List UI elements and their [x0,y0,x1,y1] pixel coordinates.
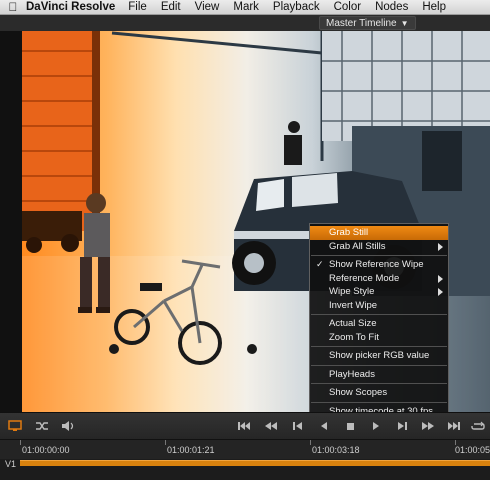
menu-color[interactable]: Color [334,1,361,13]
menu-item-show-reference-wipe[interactable]: ✓ Show Reference Wipe [310,258,448,272]
ruler-tick [20,440,21,445]
menu-separator [311,401,447,403]
menu-help[interactable]: Help [422,1,446,13]
menu-file[interactable]: File [128,1,147,13]
menu-separator [311,255,447,256]
stop-icon[interactable] [342,418,358,434]
menu-item-label: Invert Wipe [329,299,378,311]
menu-item-label: Zoom To Fit [329,331,379,343]
menu-item-label: Show Reference Wipe [329,259,424,270]
menu-item-actual-size[interactable]: Actual Size [310,317,448,331]
menu-item-reference-mode[interactable]: Reference Mode [310,272,448,286]
timecode-label: 01:00:01:21 [167,445,215,455]
viewer-context-menu: Grab Still Grab All Stills ✓ Show Refere… [309,223,449,417]
ruler-tick [310,440,311,445]
go-to-end-icon[interactable] [446,418,462,434]
shuffle-icon[interactable] [34,418,50,434]
speaker-icon[interactable] [60,418,76,434]
video-track-v1: V1 [0,459,490,480]
menu-separator [311,383,447,384]
next-edit-icon[interactable] [394,418,410,434]
previous-edit-icon[interactable] [290,418,306,434]
menu-item-label: Grab All Stills [329,240,386,252]
menu-item-wipe-style[interactable]: Wipe Style [310,285,448,299]
menu-item-invert-wipe[interactable]: Invert Wipe [310,299,448,313]
video-clip[interactable] [20,460,490,466]
transport-bar [0,412,490,439]
menu-playback[interactable]: Playback [273,1,320,13]
menu-item-label: Show Scopes [329,387,388,398]
fast-forward-icon[interactable] [420,418,436,434]
menu-edit[interactable]: Edit [161,1,181,13]
menu-bar:  DaVinci Resolve File Edit View Mark Pl… [0,0,490,15]
play-reverse-icon[interactable] [316,418,332,434]
timecode-label: 01:00:03:18 [312,445,360,455]
rewind-icon[interactable] [263,418,279,434]
submenu-arrow-icon [438,274,443,283]
submenu-arrow-icon [438,288,443,296]
timeline-selector-label: Master Timeline [326,17,397,29]
ruler-tick [165,440,166,445]
viewer[interactable]: Grab Still Grab All Stills ✓ Show Refere… [0,31,490,417]
menu-item-playheads[interactable]: PlayHeads [310,368,448,382]
caret-down-icon: ▼ [400,18,409,28]
menu-item-label: Actual Size [329,318,377,329]
menu-item-label: Wipe Style [329,286,375,297]
app-menu[interactable]: DaVinci Resolve [26,1,115,13]
menu-item-label: Show picker RGB value [329,350,430,361]
menu-view[interactable]: View [195,1,220,13]
menu-item-label: Grab Still [329,227,369,238]
menu-mark[interactable]: Mark [233,1,259,13]
play-icon[interactable] [368,418,384,434]
menu-nodes[interactable]: Nodes [375,1,408,13]
submenu-arrow-icon [438,242,443,251]
go-to-start-icon[interactable] [236,418,252,434]
menu-item-grab-still[interactable]: Grab Still [310,226,448,240]
menu-item-label: PlayHeads [329,368,375,380]
checkmark-icon: ✓ [316,259,324,269]
menu-separator [311,346,447,347]
apple-icon[interactable]:  [0,0,26,14]
timeline-ruler[interactable]: 01:00:00:00 01:00:01:21 01:00:03:18 01:0… [0,439,490,459]
timeline-selector[interactable]: Master Timeline ▼ [319,16,416,30]
menu-item-show-picker-rgb[interactable]: Show picker RGB value [310,349,448,363]
loop-icon[interactable] [470,418,486,434]
timecode-label: 01:00:00:00 [22,445,70,455]
viewer-header: Master Timeline ▼ [0,15,490,31]
track-label: V1 [5,459,17,469]
menu-item-show-scopes[interactable]: Show Scopes [310,386,448,400]
menu-separator [311,364,447,366]
timecode-label: 01:00:05 [455,445,490,455]
menu-separator [311,314,447,315]
menu-item-label: Reference Mode [329,272,400,284]
menu-item-zoom-to-fit[interactable]: Zoom To Fit [310,331,448,345]
menu-item-grab-all-stills[interactable]: Grab All Stills [310,240,448,254]
monitor-icon[interactable] [7,418,23,434]
